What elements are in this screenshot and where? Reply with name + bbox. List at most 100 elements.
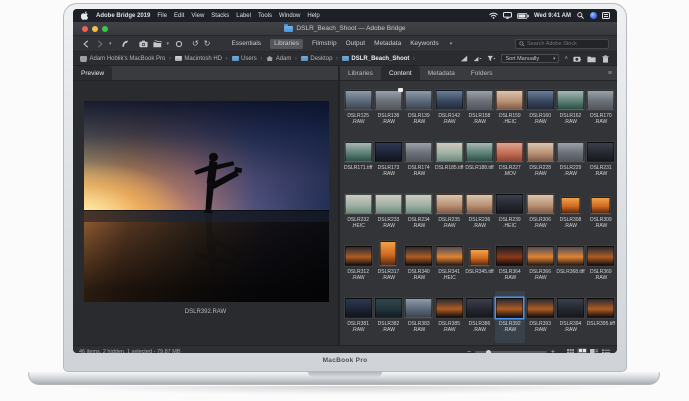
thumbnail-cell[interactable]: DSLR340 .RAW: [404, 239, 434, 291]
thumbnail-cell[interactable]: DSLR232 .HEIC: [343, 187, 373, 239]
thumbnail-cell[interactable]: DSLR308 .RAW: [555, 187, 585, 239]
thumbnail-cell[interactable]: DSLR159 .HEIC: [495, 83, 525, 135]
thumbnail-cell[interactable]: DSLR233 .RAW: [373, 187, 403, 239]
thumbnail-cell[interactable]: DSLR170 .RAW: [586, 83, 616, 135]
rotate-right-icon[interactable]: ↻: [204, 40, 211, 48]
sort-dropdown[interactable]: Sort Manually ▾: [501, 54, 559, 63]
delete-trash-icon[interactable]: [601, 54, 610, 63]
thumbnail-image[interactable]: [436, 90, 463, 110]
thumbnail-cell[interactable]: DSLR142 .RAW: [434, 83, 464, 135]
menu-item[interactable]: Edit: [174, 13, 184, 19]
workspace-tab[interactable]: Output: [346, 40, 366, 47]
thumbnail-cell[interactable]: DSLR234 .RAW: [404, 187, 434, 239]
thumbnail-image[interactable]: [557, 142, 584, 162]
workspace-tab[interactable]: Keywords: [410, 40, 439, 47]
notification-center-icon[interactable]: [602, 12, 610, 19]
slider-knob[interactable]: [486, 350, 491, 354]
thumbnail-image[interactable]: [436, 298, 463, 318]
thumbnail-image[interactable]: [380, 241, 396, 266]
search-input[interactable]: [527, 41, 605, 47]
thumbnail-cell[interactable]: DSLR394 .RAW: [555, 291, 585, 343]
workspace-tab[interactable]: Libraries: [270, 39, 303, 49]
thumbnail-image[interactable]: [345, 90, 372, 110]
menu-bar-clock[interactable]: Wed 9:41 AM: [534, 13, 571, 19]
breadcrumb-item[interactable]: Desktop ›: [301, 56, 339, 62]
thumbnail-cell[interactable]: DSLR368.tiff: [555, 239, 585, 291]
thumbnail-image[interactable]: [557, 298, 584, 318]
thumbnail-image[interactable]: [466, 142, 493, 162]
thumbnail-image[interactable]: [375, 298, 402, 318]
import-camera-icon[interactable]: [573, 54, 582, 63]
thumbnail-cell[interactable]: DSLR185.tiff: [434, 135, 464, 187]
spotlight-search-icon[interactable]: [576, 11, 585, 20]
preview-image[interactable]: [84, 101, 329, 302]
detail-view-button[interactable]: [589, 348, 599, 354]
thumbnail-cell[interactable]: DSLR174 .RAW: [404, 135, 434, 187]
zoom-button[interactable]: [102, 26, 108, 32]
zoom-out-icon[interactable]: −: [467, 349, 471, 354]
thumbnail-image[interactable]: [345, 194, 372, 214]
zoom-in-icon[interactable]: +: [551, 349, 555, 354]
thumbnail-image[interactable]: [557, 246, 584, 266]
folders-dropdown-icon[interactable]: ▾: [167, 41, 170, 47]
thumbnail-image[interactable]: [345, 298, 372, 318]
thumbnail-cell[interactable]: DSLR312 .RAW: [343, 239, 373, 291]
thumbnail-cell[interactable]: DSLR173 .RAW: [373, 135, 403, 187]
recent-files-dropdown-icon[interactable]: ▾: [109, 41, 112, 47]
breadcrumb-item[interactable]: Adam ›: [266, 56, 298, 62]
menu-item[interactable]: Label: [236, 13, 251, 19]
apple-logo-icon[interactable]: [80, 11, 89, 20]
panel-menu-icon[interactable]: ≡: [603, 66, 617, 80]
thumbnail-image[interactable]: [466, 90, 493, 110]
menu-item[interactable]: Help: [307, 13, 319, 19]
tab-preview[interactable]: Preview: [73, 66, 112, 80]
thumbnail-size-slider[interactable]: − +: [467, 349, 555, 354]
get-photos-camera-icon[interactable]: [139, 39, 148, 48]
panel-tab[interactable]: Libraries: [340, 66, 381, 80]
folders-icon[interactable]: [153, 39, 162, 48]
thumbnail-view-button[interactable]: [577, 348, 587, 354]
thumbnail-cell[interactable]: DSLR239 .HEIC: [495, 187, 525, 239]
thumbnail-image[interactable]: [561, 197, 580, 214]
thumbnail-image[interactable]: [496, 90, 523, 110]
thumbnail-cell[interactable]: DSLR385 .RAW: [434, 291, 464, 343]
workspace-tab[interactable]: Essentials: [231, 40, 261, 47]
thumbnail-image[interactable]: [557, 90, 584, 110]
panel-tab[interactable]: Folders: [463, 66, 501, 80]
thumbnail-cell[interactable]: DSLR158 .RAW: [464, 83, 494, 135]
thumbnail-image[interactable]: [405, 142, 432, 162]
sort-ascending-icon[interactable]: ˄: [564, 56, 568, 62]
thumbnail-image[interactable]: [405, 298, 432, 318]
close-button[interactable]: [82, 26, 88, 32]
thumbnail-cell[interactable]: DSLR162 .RAW: [555, 83, 585, 135]
menu-item[interactable]: View: [191, 13, 204, 19]
breadcrumb-item[interactable]: DSLR_Beach_Shoot ›: [342, 56, 416, 62]
panel-tab[interactable]: Content: [381, 66, 420, 80]
thumbnail-cell[interactable]: DSLR171.tiff: [343, 135, 373, 187]
list-view-button[interactable]: [601, 348, 611, 354]
thumbnail-cell[interactable]: DSLR125 .RAW: [343, 83, 373, 135]
boomerang-open-in-photoshop-icon[interactable]: [121, 39, 130, 48]
forward-button[interactable]: [95, 39, 104, 48]
back-button[interactable]: [81, 39, 90, 48]
rotate-left-icon[interactable]: ↺: [192, 40, 199, 48]
thumbnail-cell[interactable]: DSLR395.tiff: [586, 291, 616, 343]
thumbnail-cell[interactable]: DSLR160 .RAW: [525, 83, 555, 135]
thumbnail-cell[interactable]: DSLR309 .RAW: [586, 187, 616, 239]
thumbnail-image[interactable]: [470, 249, 489, 266]
thumbnail-cell[interactable]: DSLR393 .RAW: [525, 291, 555, 343]
siri-icon[interactable]: [590, 12, 597, 19]
thumbnail-image[interactable]: [591, 197, 610, 214]
thumbnail-cell[interactable]: DSLR369 .RAW: [586, 239, 616, 291]
thumbnail-cell[interactable]: DSLR386 .RAW: [464, 291, 494, 343]
thumbnail-cell[interactable]: DSLR341 .HEIC: [434, 239, 464, 291]
thumbnail-cell[interactable]: DSLR364 .RAW: [495, 239, 525, 291]
new-folder-icon[interactable]: [587, 54, 596, 63]
breadcrumb-item[interactable]: Adam Hoblik's MacBook Pro ›: [80, 56, 172, 62]
adobe-stock-search[interactable]: [515, 39, 609, 49]
wifi-icon[interactable]: [489, 11, 498, 20]
thumbnail-image[interactable]: [466, 194, 493, 214]
thumbnail-quality-icon[interactable]: [459, 54, 468, 63]
thumbnail-cell[interactable]: DSLR317 .RAW: [373, 239, 403, 291]
battery-icon[interactable]: [517, 11, 529, 20]
